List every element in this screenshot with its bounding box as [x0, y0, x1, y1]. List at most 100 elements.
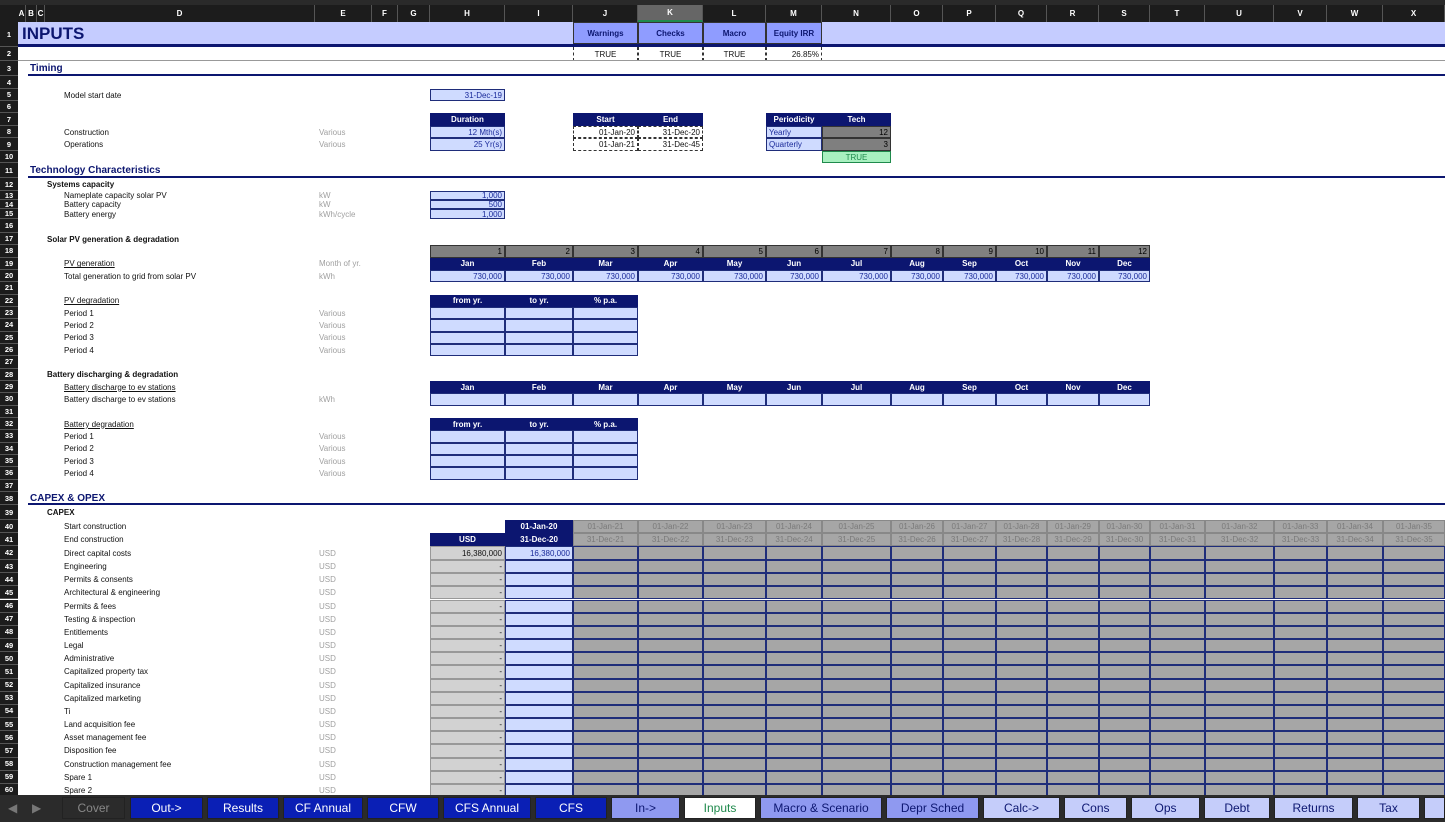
row-header-2[interactable]: 2	[0, 47, 18, 61]
capex-item-input[interactable]	[505, 691, 573, 705]
row-header-46[interactable]: 46	[0, 599, 18, 613]
tab-cfs[interactable]: CFS	[535, 797, 607, 819]
column-header-W[interactable]: W	[1327, 5, 1383, 22]
tab-inputs[interactable]: Inputs	[684, 797, 756, 819]
row-header-11[interactable]: 11	[0, 163, 18, 178]
tab-out[interactable]: Out->	[130, 797, 203, 819]
generation-input[interactable]: 730,000	[505, 269, 573, 283]
row-header-30[interactable]: 30	[0, 393, 18, 406]
generation-input[interactable]: 730,000	[703, 269, 766, 283]
capex-item-input[interactable]	[505, 731, 573, 745]
generation-input[interactable]: 730,000	[1099, 269, 1150, 283]
tab-cf-annual[interactable]: CF Annual	[283, 797, 363, 819]
battery-degradation-input[interactable]	[505, 430, 573, 443]
tab-ops[interactable]: Ops	[1131, 797, 1200, 819]
battery-degradation-input[interactable]	[430, 467, 505, 480]
row-header-33[interactable]: 33	[0, 430, 18, 443]
row-header-21[interactable]: 21	[0, 282, 18, 295]
row-header-12[interactable]: 12	[0, 178, 18, 191]
column-header-G[interactable]: G	[398, 5, 430, 22]
status-button-checks[interactable]: Checks	[638, 22, 703, 44]
pv-degradation-input[interactable]	[573, 306, 638, 320]
select-all-corner[interactable]	[0, 5, 18, 22]
battery-discharge-input[interactable]	[430, 393, 505, 406]
row-header-18[interactable]: 18	[0, 245, 18, 258]
pv-degradation-input[interactable]	[505, 319, 573, 332]
generation-input[interactable]: 730,000	[430, 269, 505, 283]
column-header-B[interactable]: B	[26, 5, 37, 22]
pv-degradation-input[interactable]	[573, 319, 638, 332]
battery-degradation-input[interactable]	[430, 454, 505, 468]
row-header-3[interactable]: 3	[0, 61, 18, 76]
row-header-39[interactable]: 39	[0, 505, 18, 520]
battery-discharge-input[interactable]	[822, 393, 891, 406]
capex-item-input[interactable]	[505, 560, 573, 574]
capex-item-input[interactable]	[505, 586, 573, 600]
column-header-E[interactable]: E	[315, 5, 372, 22]
column-header-H[interactable]: H	[430, 5, 505, 22]
row-header-16[interactable]: 16	[0, 219, 18, 233]
tab-scroll-left-button[interactable]: ◀	[6, 797, 19, 819]
row-header-59[interactable]: 59	[0, 770, 18, 784]
tab-results[interactable]: Results	[207, 797, 279, 819]
column-header-Q[interactable]: Q	[996, 5, 1047, 22]
battery-discharge-input[interactable]	[638, 393, 703, 406]
row-header-53[interactable]: 53	[0, 691, 18, 705]
battery-degradation-input[interactable]	[430, 442, 505, 455]
generation-input[interactable]: 730,000	[822, 269, 891, 283]
column-header-S[interactable]: S	[1099, 5, 1150, 22]
row-header-52[interactable]: 52	[0, 678, 18, 692]
battery-discharge-input[interactable]	[996, 393, 1047, 406]
capex-item-input[interactable]	[505, 652, 573, 666]
row-header-5[interactable]: 5	[0, 89, 18, 101]
tab-cfs-annual[interactable]: CFS Annual	[443, 797, 531, 819]
row-header-40[interactable]: 40	[0, 520, 18, 533]
generation-input[interactable]: 730,000	[638, 269, 703, 283]
column-header-U[interactable]: U	[1205, 5, 1274, 22]
battery-discharge-input[interactable]	[1047, 393, 1099, 406]
model-start-date-input[interactable]: 31-Dec-19	[430, 89, 505, 101]
row-header-23[interactable]: 23	[0, 306, 18, 320]
duration-input[interactable]: 25 Yr(s)	[430, 138, 505, 151]
tab-cover[interactable]: Cover	[62, 797, 125, 819]
column-header-C[interactable]: C	[37, 5, 45, 22]
row-header-49[interactable]: 49	[0, 639, 18, 653]
row-header-38[interactable]: 38	[0, 492, 18, 505]
row-header-44[interactable]: 44	[0, 573, 18, 587]
row-header-1[interactable]: 1	[0, 22, 18, 47]
row-header-17[interactable]: 17	[0, 233, 18, 246]
capex-item-input[interactable]	[505, 704, 573, 719]
battery-degradation-input[interactable]	[573, 467, 638, 480]
row-header-36[interactable]: 36	[0, 467, 18, 480]
battery-degradation-input[interactable]	[573, 442, 638, 455]
row-header-45[interactable]: 45	[0, 586, 18, 600]
capex-item-input[interactable]	[505, 573, 573, 587]
tab-overflow[interactable]	[1424, 797, 1445, 819]
column-header-J[interactable]: J	[573, 5, 638, 22]
generation-input[interactable]: 730,000	[766, 269, 822, 283]
pv-degradation-input[interactable]	[430, 319, 505, 332]
row-header-25[interactable]: 25	[0, 331, 18, 344]
battery-degradation-input[interactable]	[573, 454, 638, 468]
column-header-V[interactable]: V	[1274, 5, 1327, 22]
tab-macro-scenario[interactable]: Macro & Scenario	[760, 797, 882, 819]
row-header-50[interactable]: 50	[0, 652, 18, 666]
row-header-9[interactable]: 9	[0, 138, 18, 151]
tab-returns[interactable]: Returns	[1274, 797, 1353, 819]
capex-item-input[interactable]	[505, 625, 573, 639]
capex-item-input[interactable]	[505, 744, 573, 758]
column-header-P[interactable]: P	[943, 5, 996, 22]
row-header-35[interactable]: 35	[0, 454, 18, 468]
capex-item-input[interactable]	[505, 599, 573, 613]
column-header-O[interactable]: O	[891, 5, 943, 22]
periodicity-label[interactable]: Quarterly	[766, 138, 822, 151]
pv-degradation-input[interactable]	[573, 331, 638, 344]
pv-degradation-input[interactable]	[505, 306, 573, 320]
capex-item-input[interactable]	[505, 678, 573, 692]
status-button-warnings[interactable]: Warnings	[573, 22, 638, 44]
row-header-7[interactable]: 7	[0, 113, 18, 126]
capacity-input[interactable]: 1,000	[430, 191, 505, 200]
column-header-I[interactable]: I	[505, 5, 573, 22]
tab-cfw[interactable]: CFW	[367, 797, 439, 819]
column-header-F[interactable]: F	[372, 5, 398, 22]
